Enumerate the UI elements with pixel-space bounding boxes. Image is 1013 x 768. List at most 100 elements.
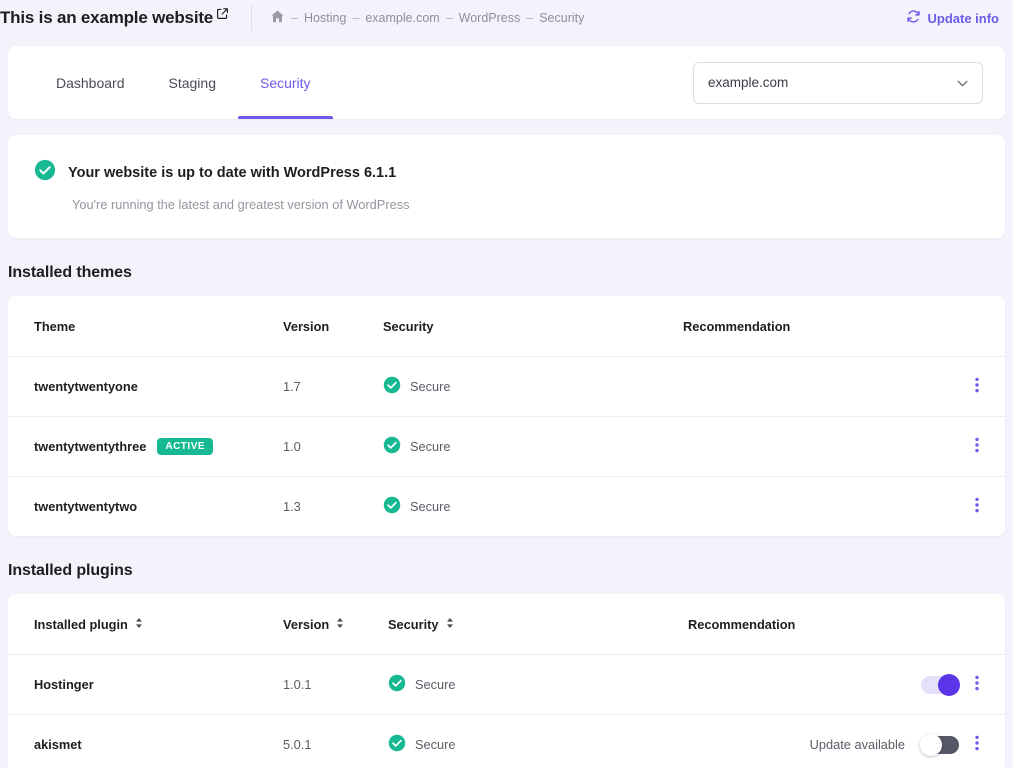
plugin-enable-toggle[interactable] (921, 736, 959, 754)
kebab-menu-icon[interactable] (975, 497, 979, 516)
version-column-header: Version (283, 296, 383, 357)
site-title-label: This is an example website (0, 8, 213, 28)
theme-security-label: Secure (410, 379, 451, 394)
toggle-knob (938, 674, 960, 696)
theme-column-header: Theme (8, 296, 283, 357)
breadcrumb-separator-0: – (291, 11, 298, 25)
breadcrumb-separator-1: – (352, 11, 359, 25)
theme-recommendation-cell (683, 417, 1005, 477)
domain-select[interactable]: example.com (693, 62, 983, 104)
toggle-knob (920, 734, 942, 756)
plugin-security-cell: Secure (388, 655, 688, 715)
installed-themes-table: Theme Version Security Recommendation tw… (8, 296, 1005, 536)
breadcrumb-separator-2: – (446, 11, 453, 25)
breadcrumb-item-example-com[interactable]: example.com (365, 11, 439, 25)
check-circle-icon (388, 734, 406, 755)
check-circle-icon (388, 674, 406, 695)
topbar-divider (251, 5, 252, 31)
plugin-recommendation-cell (688, 655, 1005, 715)
theme-name: twentytwentythree (34, 439, 146, 454)
refresh-icon (906, 9, 921, 27)
theme-version-cell: 1.3 (283, 477, 383, 537)
tabs-card: Dashboard Staging Security example.com (8, 46, 1005, 119)
table-row: twentytwentythree ACTIVE 1.0 Secure (8, 417, 1005, 477)
theme-security-cell: Secure (383, 417, 683, 477)
theme-name-cell: twentytwentyone (8, 357, 283, 417)
version-column-label: Version (283, 617, 329, 632)
plugin-version-cell: 5.0.1 (283, 715, 388, 768)
theme-security-cell: Secure (383, 357, 683, 417)
tab-list: Dashboard Staging Security (34, 46, 333, 119)
theme-name-cell: twentytwentytwo (8, 477, 283, 537)
breadcrumb-item-security[interactable]: Security (539, 11, 584, 25)
status-subtitle: You're running the latest and greatest v… (72, 197, 979, 212)
status-title: Your website is up to date with WordPres… (68, 165, 396, 181)
plugin-enable-toggle[interactable] (921, 676, 959, 694)
theme-name: twentytwentyone (34, 379, 138, 394)
recommendation-column-header: Recommendation (688, 594, 1005, 655)
table-header-row: Installed plugin Version (8, 594, 1005, 655)
sort-icon[interactable] (135, 617, 143, 632)
table-row: twentytwentytwo 1.3 Secure (8, 477, 1005, 537)
plugin-security-label: Secure (415, 677, 456, 692)
table-row: twentytwentyone 1.7 Secure (8, 357, 1005, 417)
status-header: Your website is up to date with WordPres… (34, 159, 979, 186)
check-circle-icon (383, 376, 401, 397)
version-column-label: Version (283, 319, 329, 334)
installed-themes-title: Installed themes (8, 264, 1013, 282)
home-icon[interactable] (270, 9, 285, 27)
theme-name: twentytwentytwo (34, 499, 137, 514)
theme-security-label: Secure (410, 439, 451, 454)
theme-recommendation-cell (683, 357, 1005, 417)
kebab-menu-icon[interactable] (975, 377, 979, 396)
sort-icon[interactable] (336, 617, 344, 632)
installed-plugin-column-header[interactable]: Installed plugin (8, 594, 283, 655)
table-header-row: Theme Version Security Recommendation (8, 296, 1005, 357)
installed-plugins-table: Installed plugin Version (8, 594, 1005, 768)
theme-version-cell: 1.7 (283, 357, 383, 417)
external-link-icon[interactable] (216, 5, 229, 25)
check-circle-icon (34, 159, 56, 186)
recommendation-column-label: Recommendation (683, 319, 790, 334)
installed-plugins-card: Installed plugin Version (8, 594, 1005, 768)
sort-icon[interactable] (446, 617, 454, 632)
check-circle-icon (383, 496, 401, 517)
plugin-version-cell: 1.0.1 (283, 655, 388, 715)
recommendation-column-label: Recommendation (688, 617, 795, 632)
breadcrumb-item-wordpress[interactable]: WordPress (459, 11, 521, 25)
security-column-label: Security (383, 319, 434, 334)
security-column-header[interactable]: Security (388, 594, 688, 655)
kebab-menu-icon[interactable] (975, 675, 979, 694)
breadcrumb-item-hosting[interactable]: Hosting (304, 11, 346, 25)
tab-security-label: Security (260, 75, 311, 91)
chevron-down-icon (957, 75, 968, 90)
tab-security[interactable]: Security (238, 46, 333, 119)
theme-version-cell: 1.0 (283, 417, 383, 477)
table-row: akismet 5.0.1 Secure Update available (8, 715, 1005, 768)
plugin-name-cell: akismet (8, 715, 283, 768)
theme-security-label: Secure (410, 499, 451, 514)
theme-security-cell: Secure (383, 477, 683, 537)
tab-dashboard[interactable]: Dashboard (34, 46, 147, 119)
kebab-menu-icon[interactable] (975, 735, 979, 754)
status-badge: ACTIVE (157, 438, 213, 455)
kebab-menu-icon[interactable] (975, 437, 979, 456)
breadcrumb: – Hosting – example.com – WordPress – Se… (270, 9, 584, 27)
domain-select-value: example.com (708, 75, 788, 90)
top-bar: This is an example website – Hosting – e… (0, 0, 1013, 36)
theme-recommendation-cell (683, 477, 1005, 537)
plugin-name: akismet (34, 737, 82, 752)
installed-plugin-column-label: Installed plugin (34, 617, 128, 632)
version-column-header[interactable]: Version (283, 594, 388, 655)
site-title[interactable]: This is an example website (0, 8, 229, 28)
tab-staging-label: Staging (169, 75, 216, 91)
plugin-recommendation-text: Update available (810, 737, 905, 752)
tab-staging[interactable]: Staging (147, 46, 238, 119)
theme-name-cell: twentytwentythree ACTIVE (8, 417, 283, 477)
update-info-label: Update info (928, 11, 1000, 26)
installed-plugins-title: Installed plugins (8, 562, 1013, 580)
security-column-header: Security (383, 296, 683, 357)
wordpress-status-banner: Your website is up to date with WordPres… (8, 135, 1005, 238)
plugin-security-label: Secure (415, 737, 456, 752)
update-info-button[interactable]: Update info (906, 9, 1000, 27)
